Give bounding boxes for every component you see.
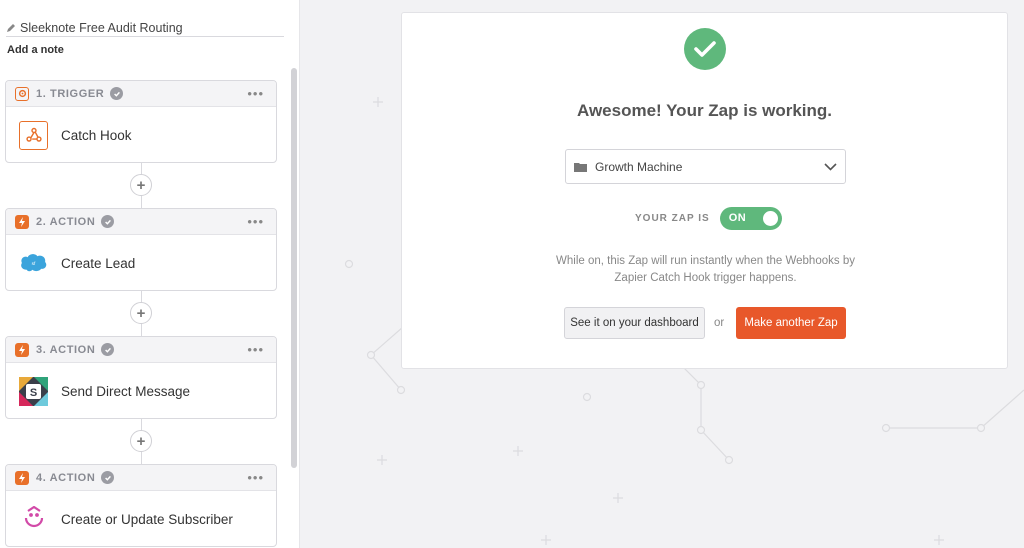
- step-label: 4. ACTION: [36, 471, 96, 484]
- check-icon: [101, 471, 115, 484]
- step-app-name: Catch Hook: [61, 127, 132, 143]
- add-step-button[interactable]: +: [130, 430, 152, 452]
- more-options-icon[interactable]: •••: [247, 471, 264, 484]
- success-headline: Awesome! Your Zap is working.: [576, 101, 833, 120]
- sidebar-scrollbar[interactable]: [291, 68, 297, 468]
- zap-editor-sidebar: Sleeknote Free Audit Routing Add a note …: [0, 0, 300, 548]
- webhook-icon: [19, 120, 48, 150]
- more-options-icon[interactable]: •••: [247, 87, 264, 100]
- pencil-icon: [7, 23, 15, 32]
- svg-text:sf: sf: [32, 261, 36, 267]
- bolt-icon: [15, 342, 29, 357]
- trigger-icon: [15, 86, 29, 101]
- step-header: 2. ACTION •••: [6, 209, 276, 235]
- step-body: S Send Direct Message: [6, 363, 276, 419]
- make-another-zap-button[interactable]: Make another Zap: [736, 307, 846, 339]
- step-body: sf Create Lead: [6, 235, 276, 291]
- folder-icon: [574, 162, 587, 172]
- zap-status-label: YOUR ZAP IS: [635, 213, 710, 224]
- salesforce-icon: sf: [19, 249, 48, 278]
- chevron-down-icon: [824, 162, 837, 171]
- zap-success-card: Awesome! Your Zap is working. Growth Mac…: [401, 12, 1008, 369]
- more-options-icon[interactable]: •••: [247, 343, 264, 356]
- step-card-trigger[interactable]: 1. TRIGGER ••• Catch Hook: [5, 80, 277, 163]
- check-icon: [110, 87, 124, 100]
- zap-on-toggle[interactable]: ON: [719, 207, 782, 230]
- svg-text:S: S: [30, 387, 37, 399]
- step-body: Catch Hook: [6, 107, 276, 163]
- step-app-name: Create Lead: [61, 255, 136, 271]
- step-card-action-2[interactable]: 2. ACTION ••• sf Create Lead: [5, 208, 277, 291]
- step-header: 3. ACTION •••: [6, 337, 276, 363]
- step-label: 1. TRIGGER: [36, 87, 105, 100]
- step-body: Create or Update Subscriber: [6, 491, 276, 547]
- folder-selected-value: Growth Machine: [595, 159, 683, 174]
- zap-title-field[interactable]: Sleeknote Free Audit Routing: [6, 19, 284, 37]
- add-step-button[interactable]: +: [130, 174, 152, 196]
- toggle-knob: [762, 211, 778, 226]
- check-icon: [101, 215, 115, 228]
- toggle-label: ON: [728, 212, 747, 224]
- step-card-action-4[interactable]: 4. ACTION ••• Create or Update Subscribe…: [5, 464, 277, 547]
- bolt-icon: [15, 214, 29, 229]
- add-note-link[interactable]: Add a note: [7, 44, 64, 56]
- success-check-icon: [684, 28, 726, 70]
- add-step-button[interactable]: +: [130, 302, 152, 324]
- step-app-name: Send Direct Message: [61, 383, 191, 399]
- step-header: 4. ACTION •••: [6, 465, 276, 491]
- more-options-icon[interactable]: •••: [247, 215, 264, 228]
- step-label: 2. ACTION: [36, 215, 96, 228]
- bolt-icon: [15, 470, 29, 485]
- check-icon: [101, 343, 115, 356]
- zap-status-row: YOUR ZAP IS ON: [635, 207, 782, 230]
- zap-description: While on, this Zap will run instantly wh…: [556, 255, 855, 284]
- step-label: 3. ACTION: [36, 343, 96, 356]
- zap-title: Sleeknote Free Audit Routing: [20, 20, 183, 35]
- folder-dropdown[interactable]: Growth Machine: [565, 149, 846, 184]
- or-separator: or: [714, 317, 725, 329]
- drip-icon: [19, 505, 48, 534]
- step-card-action-3[interactable]: 3. ACTION ••• S Send Direct Message: [5, 336, 277, 419]
- step-app-name: Create or Update Subscriber: [61, 511, 233, 527]
- see-dashboard-button[interactable]: See it on your dashboard: [564, 307, 705, 339]
- slack-icon: S: [19, 376, 48, 406]
- step-header: 1. TRIGGER •••: [6, 81, 276, 107]
